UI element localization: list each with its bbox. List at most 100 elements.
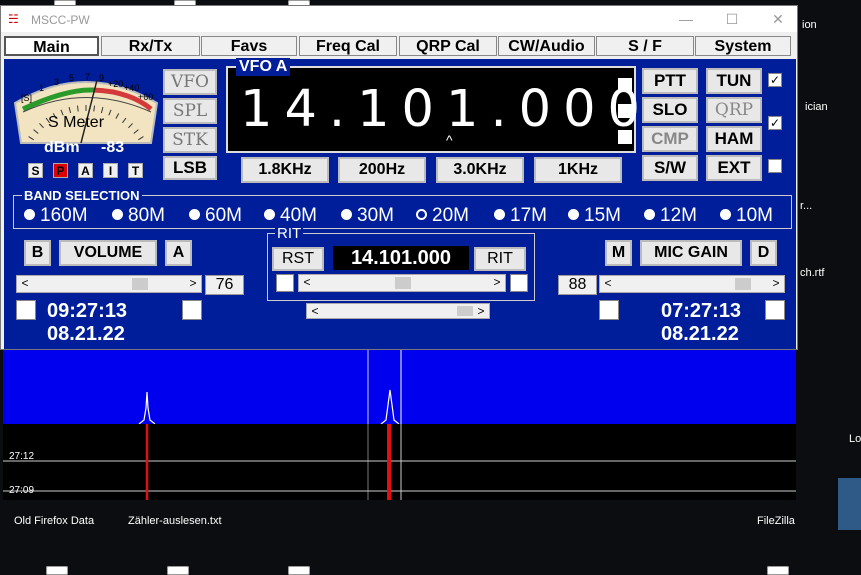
slo-button[interactable]: SLO bbox=[642, 97, 698, 123]
vfo-side-box-3[interactable] bbox=[618, 130, 632, 144]
scroll-right-arrow[interactable]: > bbox=[768, 276, 784, 292]
filter-1-8khz-button[interactable]: 1.8KHz bbox=[241, 157, 329, 183]
desktop-label-zaehler[interactable]: Zähler-auslesen.txt bbox=[128, 515, 222, 527]
tab-system[interactable]: System bbox=[695, 36, 791, 56]
ham-button[interactable]: HAM bbox=[706, 126, 762, 152]
radio-dot[interactable] bbox=[112, 209, 123, 220]
sw-button[interactable]: S/W bbox=[642, 155, 698, 181]
desktop-file-icon[interactable] bbox=[767, 566, 789, 575]
tab-main[interactable]: Main bbox=[4, 36, 99, 56]
scroll-left-arrow[interactable]: < bbox=[299, 275, 315, 291]
volume-a-button[interactable]: A bbox=[165, 240, 192, 266]
rit-button[interactable]: RIT bbox=[474, 247, 526, 271]
band-radio-12m[interactable]: 12M bbox=[644, 205, 697, 227]
rit-slider[interactable]: < > bbox=[298, 274, 506, 292]
lower-slider-thumb[interactable] bbox=[457, 306, 473, 316]
filter-3-0khz-button[interactable]: 3.0KHz bbox=[436, 157, 524, 183]
mode-indicator-i[interactable]: I bbox=[103, 163, 118, 178]
volume-label-button[interactable]: VOLUME bbox=[59, 240, 157, 266]
radio-dot[interactable] bbox=[720, 209, 731, 220]
volume-b-button[interactable]: B bbox=[24, 240, 51, 266]
radio-dot[interactable] bbox=[264, 209, 275, 220]
band-radio-40m[interactable]: 40M bbox=[264, 205, 317, 227]
band-radio-60m[interactable]: 60M bbox=[189, 205, 242, 227]
volume-slider-thumb[interactable] bbox=[132, 278, 148, 290]
left-clock-checkbox-1[interactable] bbox=[16, 300, 36, 320]
lower-slider[interactable]: < > bbox=[306, 303, 490, 319]
desktop-file-icon[interactable] bbox=[46, 566, 68, 575]
mic-m-button[interactable]: M bbox=[605, 240, 632, 266]
radio-dot[interactable] bbox=[416, 209, 427, 220]
vfo-side-box-1[interactable] bbox=[618, 78, 632, 92]
ptt-button[interactable]: PTT bbox=[642, 68, 698, 94]
band-radio-17m[interactable]: 17M bbox=[494, 205, 547, 227]
lsb-button[interactable]: LSB bbox=[163, 156, 217, 180]
band-radio-80m[interactable]: 80M bbox=[112, 205, 165, 227]
maximize-button[interactable]: ☐ bbox=[719, 10, 745, 28]
scroll-left-arrow[interactable]: < bbox=[600, 276, 616, 292]
mode-indicator-a[interactable]: A bbox=[78, 163, 93, 178]
scroll-left-arrow[interactable]: < bbox=[307, 304, 323, 318]
tab-s-f[interactable]: S / F bbox=[596, 36, 694, 56]
filter-200hz-button[interactable]: 200Hz bbox=[338, 157, 426, 183]
cmp-button[interactable]: CMP bbox=[642, 126, 698, 152]
desktop-label-filezilla[interactable]: FileZilla bbox=[757, 515, 795, 527]
band-radio-20m[interactable]: 20M bbox=[416, 205, 469, 227]
vfo-button[interactable]: VFO bbox=[163, 69, 217, 95]
rit-slider-thumb[interactable] bbox=[395, 277, 411, 289]
band-radio-15m[interactable]: 15M bbox=[568, 205, 621, 227]
minimize-button[interactable]: — bbox=[673, 10, 699, 28]
mode-indicator-s[interactable]: S bbox=[28, 163, 43, 178]
band-radio-160m[interactable]: 160M bbox=[24, 205, 88, 227]
radio-dot[interactable] bbox=[568, 209, 579, 220]
vfo-side-box-2[interactable] bbox=[618, 104, 632, 118]
spectrum-display[interactable] bbox=[3, 350, 796, 424]
rit-checkbox-left[interactable] bbox=[276, 274, 294, 292]
ext-button[interactable]: EXT bbox=[706, 155, 762, 181]
mode-indicator-t[interactable]: T bbox=[128, 163, 143, 178]
tab-cw-audio[interactable]: CW/Audio bbox=[498, 36, 595, 56]
tab-qrp-cal[interactable]: QRP Cal bbox=[399, 36, 497, 56]
desktop-file-icon[interactable] bbox=[167, 566, 189, 575]
tab-favs[interactable]: Favs bbox=[201, 36, 297, 56]
rit-checkbox-right[interactable] bbox=[510, 274, 528, 292]
radio-dot[interactable] bbox=[341, 209, 352, 220]
band-radio-30m[interactable]: 30M bbox=[341, 205, 394, 227]
radio-dot[interactable] bbox=[189, 209, 200, 220]
right-clock-date: 08.21.22 bbox=[661, 323, 739, 345]
stk-button[interactable]: STK bbox=[163, 127, 217, 153]
rst-button[interactable]: RST bbox=[272, 247, 324, 271]
qrp-button[interactable]: QRP bbox=[706, 97, 762, 123]
desktop-label-old-firefox[interactable]: Old Firefox Data bbox=[14, 515, 94, 527]
volume-slider[interactable]: < > bbox=[16, 275, 202, 293]
tab-rx-tx[interactable]: Rx/Tx bbox=[101, 36, 200, 56]
radio-dot[interactable] bbox=[494, 209, 505, 220]
right-clock-checkbox-2[interactable] bbox=[765, 300, 785, 320]
desktop-icon-right[interactable] bbox=[838, 478, 861, 530]
close-button[interactable]: ✕ bbox=[765, 10, 791, 28]
radio-dot[interactable] bbox=[644, 209, 655, 220]
radio-dot[interactable] bbox=[24, 209, 35, 220]
desktop-file-icon[interactable] bbox=[288, 566, 310, 575]
scroll-left-arrow[interactable]: < bbox=[17, 276, 33, 292]
ptt-checkbox[interactable]: ✓ bbox=[768, 73, 782, 87]
spl-button[interactable]: SPL bbox=[163, 98, 217, 124]
ext-checkbox[interactable] bbox=[768, 159, 782, 173]
mic-gain-slider[interactable]: < > bbox=[599, 275, 785, 293]
vfo-frequency[interactable]: 14.101.000 bbox=[240, 80, 640, 140]
waterfall-display[interactable]: 27:12 27:09 bbox=[3, 424, 796, 500]
mic-d-button[interactable]: D bbox=[750, 240, 777, 266]
cmp-checkbox[interactable]: ✓ bbox=[768, 116, 782, 130]
mode-indicator-p[interactable]: P bbox=[53, 163, 68, 178]
right-clock-checkbox-1[interactable] bbox=[599, 300, 619, 320]
mic-gain-button[interactable]: MIC GAIN bbox=[640, 240, 742, 266]
scroll-right-arrow[interactable]: > bbox=[185, 276, 201, 292]
tab-freq-cal[interactable]: Freq Cal bbox=[299, 36, 397, 56]
scroll-right-arrow[interactable]: > bbox=[489, 275, 505, 291]
tun-button[interactable]: TUN bbox=[706, 68, 762, 94]
left-clock-checkbox-2[interactable] bbox=[182, 300, 202, 320]
mic-gain-slider-thumb[interactable] bbox=[735, 278, 751, 290]
scroll-right-arrow[interactable]: > bbox=[473, 304, 489, 318]
filter-1khz-button[interactable]: 1KHz bbox=[534, 157, 622, 183]
band-radio-10m[interactable]: 10M bbox=[720, 205, 773, 227]
